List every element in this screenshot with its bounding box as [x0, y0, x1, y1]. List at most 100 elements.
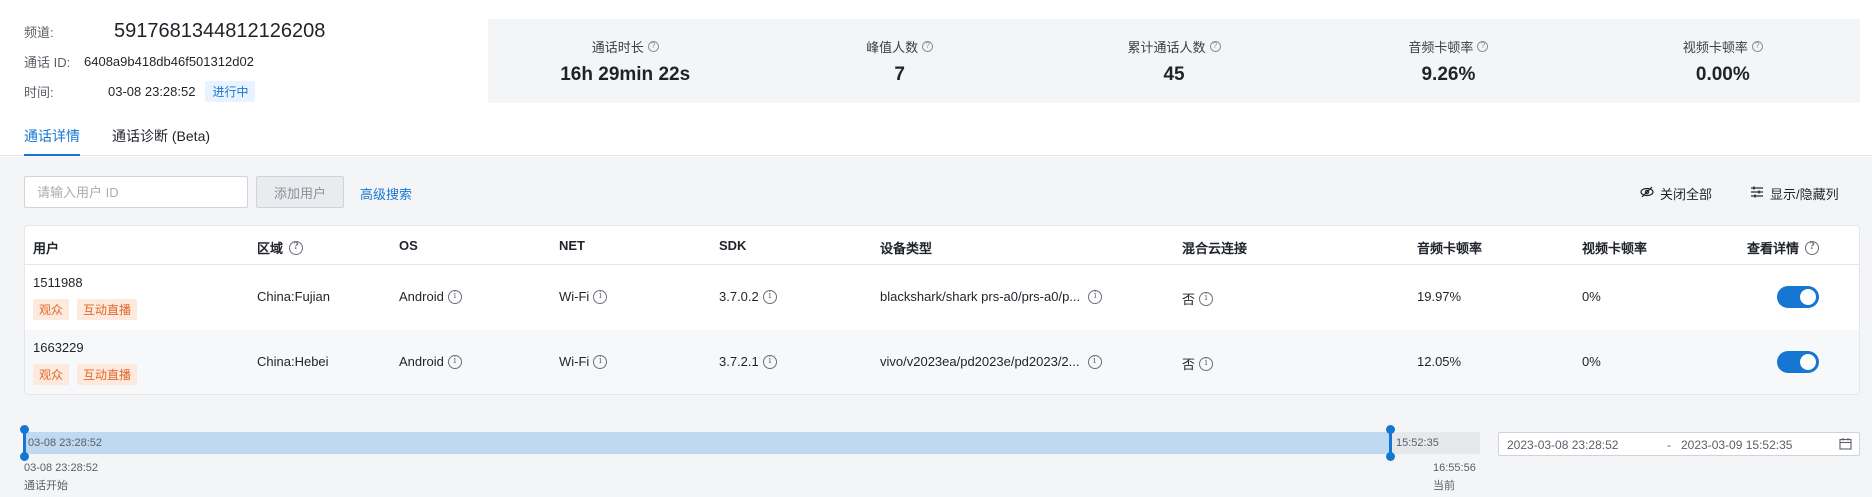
range-start-value[interactable]: 2023-03-08 23:28:52: [1507, 438, 1618, 452]
help-icon[interactable]: ?: [922, 40, 934, 52]
stat-value: 0.00%: [1695, 63, 1750, 85]
info-icon[interactable]: i: [1088, 289, 1103, 304]
info-icon[interactable]: i: [593, 354, 608, 369]
time-label: 时间:: [24, 84, 54, 100]
help-icon[interactable]: ?: [1477, 40, 1489, 52]
column-header-region: 区域?: [257, 238, 304, 257]
region-cell: China:Hebei: [257, 354, 329, 369]
advanced-search-link[interactable]: 高级搜索: [360, 184, 412, 203]
detail-toggle[interactable]: [1777, 351, 1819, 373]
info-icon[interactable]: i: [1199, 291, 1214, 306]
timeline-end-handle[interactable]: [1386, 425, 1395, 461]
video-stall-cell: 0%: [1582, 289, 1601, 304]
info-icon[interactable]: i: [1199, 356, 1214, 371]
range-end-value[interactable]: 2023-03-09 15:52:35: [1681, 438, 1792, 452]
region-cell: China:Fujian: [257, 289, 330, 304]
device-value: vivo/v2023ea/pd2023e/pd2023/2...: [880, 354, 1080, 369]
help-icon[interactable]: ?: [289, 240, 304, 255]
eye-off-icon: [1640, 185, 1654, 202]
add-user-button[interactable]: 添加用户: [256, 176, 344, 208]
channel-label: 频道:: [24, 24, 54, 40]
column-header-sdk: SDK: [719, 238, 747, 253]
time-value: 03-08 23:28:52: [108, 83, 196, 99]
help-icon[interactable]: ?: [1805, 240, 1820, 255]
sdk-value: 3.7.2.1: [719, 354, 759, 369]
user-id: 1511988: [33, 275, 83, 290]
user-id-search-input[interactable]: [24, 176, 248, 208]
stat-total-users: 累计通话人数? 45: [1037, 19, 1311, 103]
range-separator: -: [1667, 438, 1671, 452]
stat-duration: 通话时长? 16h 29min 22s: [488, 19, 762, 103]
column-header-details-label: 查看详情: [1747, 241, 1800, 256]
status-badge: 进行中: [205, 80, 256, 102]
net-cell: Wi-Fi i: [559, 289, 608, 304]
call-id-label: 通话 ID:: [24, 54, 71, 70]
info-icon[interactable]: i: [762, 289, 777, 304]
hybrid-cloud-value: 否: [1182, 292, 1196, 307]
help-icon[interactable]: ?: [647, 40, 659, 52]
timeline-bar-end-time: 15:52:35: [1396, 437, 1439, 449]
column-header-os: OS: [399, 238, 418, 253]
audio-stall-cell: 12.05%: [1417, 354, 1462, 369]
user-id: 1663229: [33, 340, 84, 355]
column-header-net: NET: [559, 238, 585, 253]
channel-value: 5917681344812126208: [114, 19, 326, 42]
detail-toggle[interactable]: [1777, 286, 1819, 308]
column-header-user: 用户: [33, 241, 60, 256]
timeline-end-caption: 当前: [1433, 480, 1455, 492]
tab-call-details[interactable]: 通话详情: [24, 126, 80, 156]
os-cell: Android i: [399, 289, 462, 304]
sdk-cell: 3.7.2.1 i: [719, 354, 777, 369]
call-stats-panel: 通话时长? 16h 29min 22s 峰值人数? 7 累计通话人数? 45 音…: [488, 19, 1860, 103]
info-icon[interactable]: i: [447, 289, 462, 304]
toggle-columns-button[interactable]: 显示/隐藏列: [1750, 184, 1839, 203]
table-row: 1663229 观众 互动直播 China:Hebei Android i Wi-…: [25, 330, 1859, 394]
timeline-bar-start-time: 03-08 23:28:52: [28, 437, 103, 449]
toggle-columns-label: 显示/隐藏列: [1770, 187, 1839, 202]
calendar-icon[interactable]: [1839, 437, 1852, 453]
device-value: blackshark/shark prs-a0/prs-a0/p...: [880, 289, 1081, 304]
close-all-label: 关闭全部: [1660, 187, 1713, 202]
info-icon[interactable]: i: [447, 354, 462, 369]
sdk-value: 3.7.0.2: [719, 289, 759, 304]
os-cell: Android i: [399, 354, 462, 369]
hybrid-cloud-cell: 否i: [1182, 289, 1214, 308]
info-icon[interactable]: i: [593, 289, 608, 304]
info-icon[interactable]: i: [762, 354, 777, 369]
stat-value: 45: [1163, 63, 1185, 85]
column-header-video-stall: 视频卡顿率: [1582, 241, 1648, 256]
role-badge: 观众: [33, 364, 70, 385]
tab-call-diagnosis[interactable]: 通话诊断 (Beta): [112, 126, 210, 156]
help-icon[interactable]: ?: [1209, 40, 1221, 52]
timeline-selected-range[interactable]: [24, 432, 1390, 454]
timeline-end-label: 16:55:56: [1433, 462, 1476, 474]
hybrid-cloud-cell: 否i: [1182, 354, 1214, 373]
table-header: 用户 区域? OS NET SDK 设备类型 混合云连接 音频卡顿率 视频卡顿率…: [25, 226, 1859, 265]
column-header-hybrid-cloud: 混合云连接: [1182, 241, 1248, 256]
call-id-value: 6408a9b418db46f501312d02: [84, 53, 254, 69]
tab-bar: 通话详情 通话诊断 (Beta): [0, 120, 1872, 156]
users-table: 用户 区域? OS NET SDK 设备类型 混合云连接 音频卡顿率 视频卡顿率…: [24, 225, 1860, 395]
timeline-start-handle[interactable]: [20, 425, 29, 461]
stat-value: 9.26%: [1421, 63, 1476, 85]
net-value: Wi-Fi: [559, 354, 590, 369]
column-header-audio-stall: 音频卡顿率: [1417, 241, 1483, 256]
stat-peak-users: 峰值人数? 7: [762, 19, 1036, 103]
os-value: Android: [399, 354, 444, 369]
mode-badge: 互动直播: [77, 299, 138, 320]
stat-title: 峰值人数: [866, 39, 919, 55]
help-icon[interactable]: ?: [1751, 40, 1763, 52]
stat-audio-stall: 音频卡顿率? 9.26%: [1311, 19, 1585, 103]
table-row: 1511988 观众 互动直播 China:Fujian Android i Wi…: [25, 265, 1859, 330]
date-range-picker[interactable]: 2023-03-08 23:28:52 - 2023-03-09 15:52:3…: [1498, 432, 1860, 456]
user-badges: 观众 互动直播: [33, 299, 145, 320]
os-value: Android: [399, 289, 444, 304]
timeline-start-label: 03-08 23:28:52: [24, 462, 99, 474]
video-stall-cell: 0%: [1582, 354, 1601, 369]
close-all-button[interactable]: 关闭全部: [1640, 184, 1712, 203]
role-badge: 观众: [33, 299, 70, 320]
info-icon[interactable]: i: [1087, 354, 1102, 369]
audio-stall-cell: 19.97%: [1417, 289, 1462, 304]
stat-video-stall: 视频卡顿率? 0.00%: [1586, 19, 1860, 103]
device-cell: vivo/v2023ea/pd2023e/pd2023/2... i: [880, 354, 1102, 369]
